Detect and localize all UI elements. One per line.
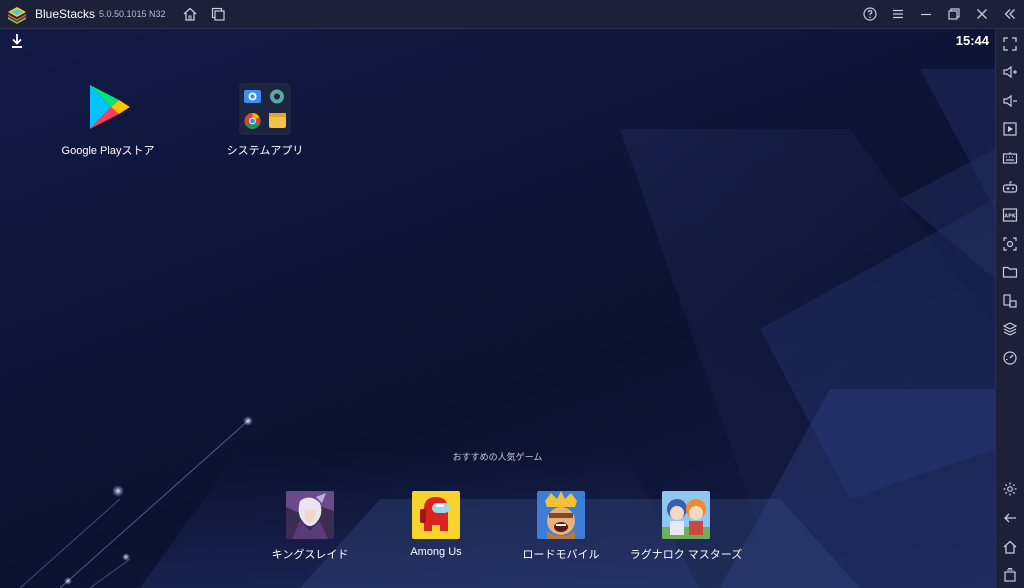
game-label: ラグナロク マスターズ	[618, 546, 754, 562]
fullscreen-icon[interactable]	[1002, 36, 1018, 52]
google-play-icon	[84, 83, 132, 131]
download-icon	[10, 33, 24, 49]
apk-install-icon[interactable]: APK	[1002, 207, 1018, 223]
restore-icon[interactable]	[946, 6, 962, 22]
right-sidebar: APK	[995, 29, 1024, 588]
android-screen[interactable]: 15:44 Google Playストア	[0, 29, 995, 588]
app-system-apps-folder[interactable]: システムアプリ	[210, 83, 320, 158]
app-title: BlueStacks	[35, 7, 95, 21]
home-icon[interactable]	[1002, 539, 1018, 555]
game-label: ロードモバイル	[508, 546, 614, 562]
volume-up-icon[interactable]	[1002, 64, 1018, 80]
close-icon[interactable]	[974, 6, 990, 22]
performance-icon[interactable]	[1002, 350, 1018, 366]
game-kings-raid[interactable]: キングスレイド	[260, 491, 360, 562]
app-google-play[interactable]: Google Playストア	[48, 83, 168, 158]
multi-instance-icon[interactable]	[210, 6, 226, 22]
help-icon[interactable]	[862, 6, 878, 22]
game-lords-mobile[interactable]: ロードモバイル	[508, 491, 614, 562]
among-us-icon	[412, 491, 460, 539]
settings-icon[interactable]	[1002, 481, 1018, 497]
home-icon[interactable]	[182, 6, 198, 22]
game-ragnarok-masters[interactable]: ラグナロク マスターズ	[618, 491, 754, 562]
back-icon[interactable]	[1002, 510, 1018, 526]
collapse-sidebar-icon[interactable]	[1002, 6, 1018, 22]
minimize-icon[interactable]	[918, 6, 934, 22]
game-label: Among Us	[386, 546, 486, 558]
gamepad-icon[interactable]	[1002, 179, 1018, 195]
layers-icon[interactable]	[1002, 321, 1018, 337]
game-among-us[interactable]: Among Us	[386, 491, 486, 558]
app-version: 5.0.50.1015 N32	[99, 9, 166, 19]
status-clock: 15:44	[956, 33, 989, 48]
app-label: Google Playストア	[48, 142, 168, 158]
volume-down-icon[interactable]	[1002, 93, 1018, 109]
recommended-games-title: おすすめの人気ゲーム	[0, 450, 995, 463]
recent-apps-icon[interactable]	[1002, 567, 1018, 583]
lords-mobile-icon	[537, 491, 585, 539]
app-label: システムアプリ	[210, 142, 320, 158]
game-label: キングスレイド	[260, 546, 360, 562]
system-apps-folder-icon	[239, 83, 291, 135]
bluestacks-logo-icon	[7, 5, 27, 25]
menu-icon[interactable]	[890, 6, 906, 22]
ragnarok-masters-icon	[662, 491, 710, 539]
folder-icon[interactable]	[1002, 264, 1018, 280]
screen-record-icon[interactable]	[1002, 121, 1018, 137]
multi-instance-icon[interactable]	[1002, 293, 1018, 309]
screenshot-icon[interactable]	[1002, 236, 1018, 252]
keyboard-icon[interactable]	[1002, 150, 1018, 166]
svg-text:APK: APK	[1004, 214, 1017, 220]
kings-raid-icon	[286, 491, 334, 539]
title-bar: BlueStacks 5.0.50.1015 N32	[0, 0, 1024, 29]
